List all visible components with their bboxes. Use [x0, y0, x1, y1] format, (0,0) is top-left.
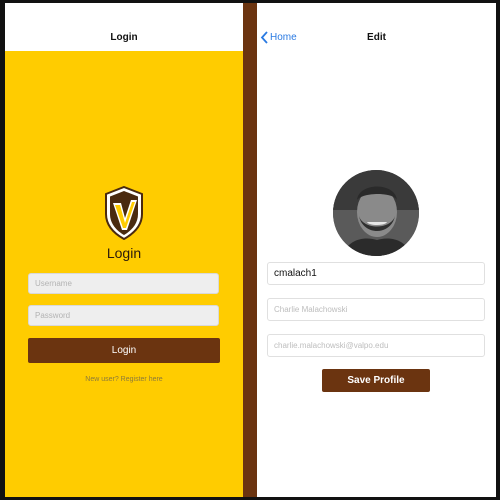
login-heading: Login: [106, 245, 142, 261]
frame-right: [496, 0, 500, 500]
profile-avatar[interactable]: [333, 170, 419, 256]
screen-divider: [243, 3, 257, 497]
password-input[interactable]: Password: [28, 305, 219, 326]
username-field[interactable]: cmalach1: [267, 262, 485, 285]
save-profile-button[interactable]: Save Profile: [322, 369, 430, 392]
username-input[interactable]: Username: [28, 273, 219, 294]
register-link[interactable]: New user? Register here: [5, 376, 243, 383]
valpo-shield-logo-icon: [104, 185, 144, 241]
login-screen: Login Login Username Password Login New …: [5, 3, 243, 497]
full-name-field[interactable]: Charlie Malachowski: [267, 298, 485, 321]
login-nav-title: Login: [110, 32, 138, 43]
edit-screen: Home Edit cmalach1 Charlie Malachowski c…: [257, 3, 496, 497]
email-field[interactable]: charlie.malachowski@valpo.edu: [267, 334, 485, 357]
edit-nav-title: Edit: [367, 32, 386, 43]
login-button[interactable]: Login: [28, 338, 220, 363]
edit-nav-bar: Home Edit: [257, 3, 496, 51]
login-nav-bar: Login: [5, 3, 243, 51]
